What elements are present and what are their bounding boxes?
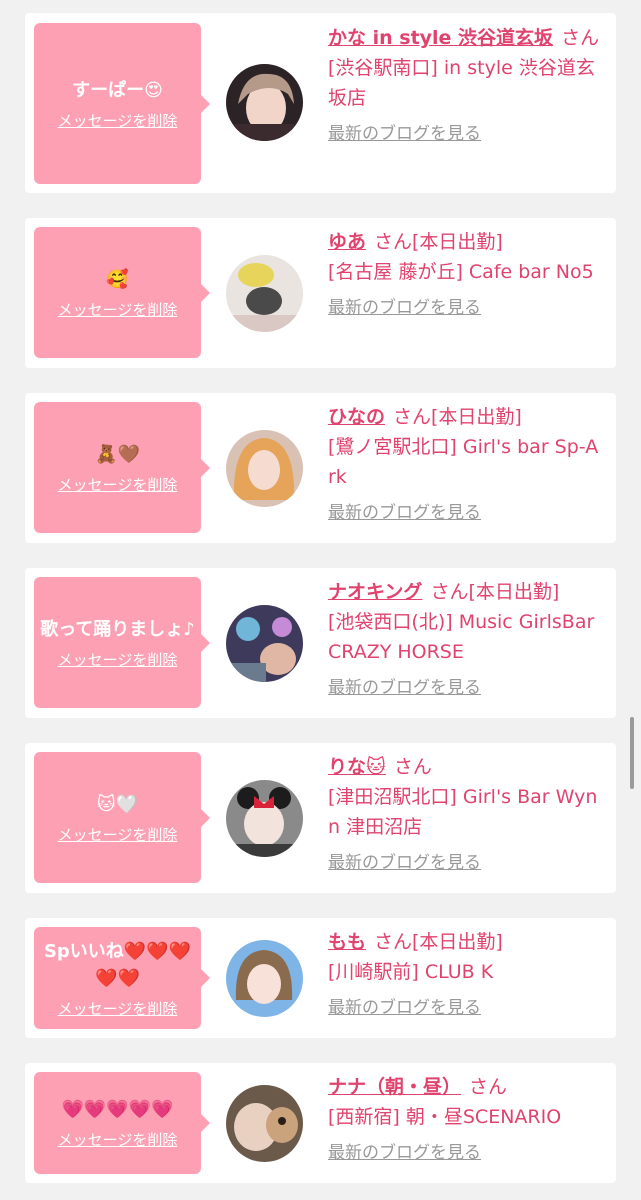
list-item: 歌って踊りましょ♪ メッセージを削除 ナオキング さん[本日出勤] [池袋西口(北… <box>25 568 616 718</box>
delete-message-link[interactable]: メッセージを削除 <box>58 299 178 320</box>
message-bubble: すーぱー😍 メッセージを削除 <box>34 23 210 184</box>
cast-suffix: さん[本日出勤] <box>430 581 560 603</box>
cast-info: りな🐱 さん [津田沼駅北口] Girl's Bar Wynn 津田沼店 最新のブ… <box>328 752 604 878</box>
avatar[interactable] <box>226 430 303 507</box>
avatar[interactable] <box>226 64 303 141</box>
cast-name-link[interactable]: ナナ（朝・昼） <box>328 1076 461 1098</box>
shop-name: [津田沼駅北口] Girl's Bar Wynn 津田沼店 <box>328 786 598 838</box>
message-bubble: 💗💗💗💗💗 メッセージを削除 <box>34 1072 210 1174</box>
message-text: 🐱🤍 <box>96 793 139 815</box>
cast-suffix: さん <box>393 756 432 778</box>
message-text: すーぱー😍 <box>72 79 163 101</box>
shop-name: [渋谷駅南口] in style 渋谷道玄坂店 <box>328 57 595 109</box>
message-text: 歌って踊りましょ♪ <box>40 618 195 640</box>
delete-message-link[interactable]: メッセージを削除 <box>58 998 178 1019</box>
cast-name-link[interactable]: ゆあ <box>328 231 366 253</box>
cast-info: ナオキング さん[本日出勤] [池袋西口(北)] Music GirlsBar C… <box>328 577 604 703</box>
scrollbar[interactable] <box>630 717 634 789</box>
list-item: 🐱🤍 メッセージを削除 りな🐱 さん [津田沼駅北口] Girl's Bar Wy… <box>25 743 616 893</box>
list-item: 🧸🤎 メッセージを削除 ひなの さん[本日出勤] [鷺ノ宮駅北口] Girl's … <box>25 393 616 543</box>
latest-blog-link[interactable]: 最新のブログを見る <box>328 119 481 149</box>
delete-message-link[interactable]: メッセージを削除 <box>58 649 178 670</box>
message-text: 🥰 <box>106 268 129 290</box>
shop-name: [池袋西口(北)] Music GirlsBar CRAZY HORSE <box>328 611 595 663</box>
latest-blog-link[interactable]: 最新のブログを見る <box>328 1138 481 1168</box>
cast-name-link[interactable]: かな in style 渋谷道玄坂 <box>328 27 553 49</box>
avatar[interactable] <box>226 255 303 332</box>
list-item: Spいいね❤️❤️❤️❤️❤️ メッセージを削除 もも さん[本日出勤] [川崎駅… <box>25 918 616 1038</box>
latest-blog-link[interactable]: 最新のブログを見る <box>328 673 481 703</box>
delete-message-link[interactable]: メッセージを削除 <box>58 110 178 131</box>
cast-suffix: さん <box>469 1076 508 1098</box>
latest-blog-link[interactable]: 最新のブログを見る <box>328 293 481 323</box>
cast-suffix: さん[本日出勤] <box>374 231 503 253</box>
message-bubble: 🥰 メッセージを削除 <box>34 227 210 358</box>
cast-suffix: さん <box>561 27 600 49</box>
message-text: 💗💗💗💗💗 <box>61 1099 174 1120</box>
message-text: 🧸🤎 <box>95 443 140 465</box>
list-item: すーぱー😍 メッセージを削除 かな in style 渋谷道玄坂 さん [渋谷駅南… <box>25 13 616 193</box>
cast-info: ゆあ さん[本日出勤] [名古屋 藤が丘] Cafe bar No5 最新のブログ… <box>328 227 604 323</box>
cast-info: もも さん[本日出勤] [川崎駅前] CLUB K 最新のブログを見る <box>328 927 604 1023</box>
cast-name-link[interactable]: りな🐱 <box>328 756 386 778</box>
shop-name: [川崎駅前] CLUB K <box>328 961 494 983</box>
cast-info: かな in style 渋谷道玄坂 さん [渋谷駅南口] in style 渋谷道… <box>328 23 604 149</box>
delete-message-link[interactable]: メッセージを削除 <box>58 1129 178 1150</box>
cast-suffix: さん[本日出勤] <box>393 406 522 428</box>
avatar[interactable] <box>226 605 303 682</box>
avatar[interactable] <box>226 1085 303 1162</box>
message-bubble: 🐱🤍 メッセージを削除 <box>34 752 210 883</box>
latest-blog-link[interactable]: 最新のブログを見る <box>328 993 481 1023</box>
message-bubble: 歌って踊りましょ♪ メッセージを削除 <box>34 577 210 708</box>
message-bubble: 🧸🤎 メッセージを削除 <box>34 402 210 533</box>
shop-name: [鷺ノ宮駅北口] Girl's bar Sp-Ark <box>328 436 599 488</box>
delete-message-link[interactable]: メッセージを削除 <box>58 824 178 845</box>
list-item: 🥰 メッセージを削除 ゆあ さん[本日出勤] [名古屋 藤が丘] Cafe bar… <box>25 218 616 368</box>
latest-blog-link[interactable]: 最新のブログを見る <box>328 848 481 878</box>
cast-name-link[interactable]: もも <box>328 931 366 953</box>
cast-name-link[interactable]: ナオキング <box>328 581 422 603</box>
message-bubble: Spいいね❤️❤️❤️❤️❤️ メッセージを削除 <box>34 927 210 1029</box>
cast-name-link[interactable]: ひなの <box>328 406 385 428</box>
avatar[interactable] <box>226 940 303 1017</box>
message-list: すーぱー😍 メッセージを削除 かな in style 渋谷道玄坂 さん [渋谷駅南… <box>0 0 641 1200</box>
list-item: 💗💗💗💗💗 メッセージを削除 ナナ（朝・昼） さん [西新宿] 朝・昼SCENAR… <box>25 1063 616 1183</box>
message-text: Spいいね❤️❤️❤️❤️❤️ <box>43 940 192 989</box>
avatar[interactable] <box>226 780 303 857</box>
latest-blog-link[interactable]: 最新のブログを見る <box>328 498 481 528</box>
cast-suffix: さん[本日出勤] <box>374 931 503 953</box>
shop-name: [西新宿] 朝・昼SCENARIO <box>328 1106 562 1128</box>
cast-info: ひなの さん[本日出勤] [鷺ノ宮駅北口] Girl's bar Sp-Ark 最… <box>328 402 604 528</box>
cast-info: ナナ（朝・昼） さん [西新宿] 朝・昼SCENARIO 最新のブログを見る <box>328 1072 604 1168</box>
shop-name: [名古屋 藤が丘] Cafe bar No5 <box>328 261 594 283</box>
delete-message-link[interactable]: メッセージを削除 <box>58 474 178 495</box>
